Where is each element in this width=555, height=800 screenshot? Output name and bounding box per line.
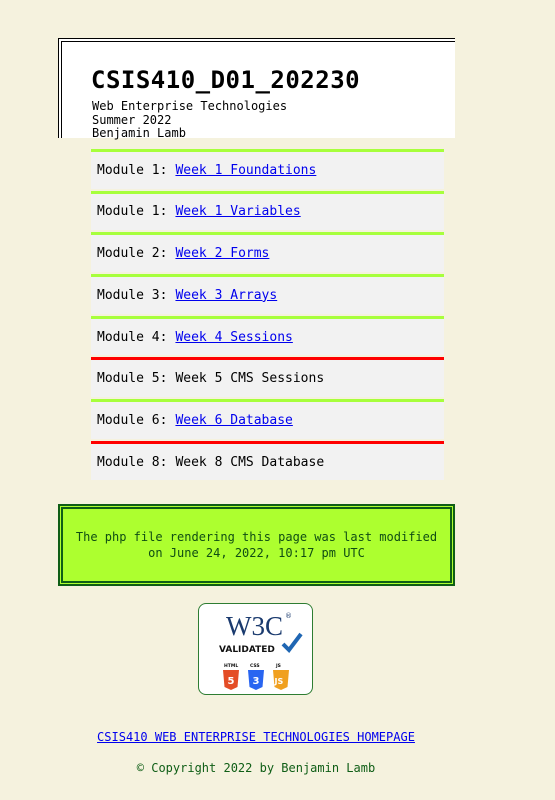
js-icon: JS JS — [273, 663, 289, 690]
w3c-badge-graphic: W3C ® VALIDATED HTML 5 CSS 3 JS JS — [219, 611, 303, 690]
svg-text:HTML: HTML — [224, 663, 238, 669]
copyright-text: © Copyright 2022 by Benjamin Lamb — [136, 761, 376, 775]
module-item: Module 1: Week 1 Variables — [91, 190, 444, 231]
last-modified-notice: The php file rendering this page was las… — [58, 504, 455, 586]
course-info: Web Enterprise Technologies Summer 2022 … — [92, 99, 288, 141]
module-link-week4-sessions[interactable]: Week 4 Sessions — [175, 330, 292, 345]
module-item: Module 5: Week 5 CMS Sessions — [91, 357, 444, 397]
validated-label: VALIDATED — [219, 645, 275, 655]
module-prefix: Module 4: — [97, 329, 168, 345]
module-item: Module 8: Week 8 CMS Database — [91, 440, 444, 481]
module-prefix: Module 3: — [97, 287, 168, 303]
module-prefix: Module 6: — [97, 412, 168, 428]
module-link-week1-foundations[interactable]: Week 1 Foundations — [175, 163, 316, 178]
checkmark-icon — [281, 632, 303, 654]
w3c-logo: W3C — [226, 611, 283, 641]
module-prefix: Module 5: — [97, 371, 168, 387]
css3-icon: CSS 3 — [248, 663, 264, 690]
module-link-week1-variables[interactable]: Week 1 Variables — [175, 204, 300, 219]
module-item: Module 3: Week 3 Arrays — [91, 274, 444, 314]
module-prefix: Module 1: — [97, 162, 168, 178]
registered-mark: ® — [285, 612, 292, 620]
module-item: Module 4: Week 4 Sessions — [91, 315, 444, 356]
svg-text:CSS: CSS — [250, 663, 260, 669]
svg-text:3: 3 — [253, 676, 260, 687]
module-item: Module 2: Week 2 Forms — [91, 232, 444, 272]
course-instructor: Benjamin Lamb — [92, 126, 186, 140]
svg-text:5: 5 — [228, 676, 235, 687]
svg-text:JS: JS — [275, 663, 281, 669]
module-item: Module 6: Week 6 Database — [91, 399, 444, 439]
module-list: Module 1: Week 1 Foundations Module 1: W… — [91, 149, 444, 483]
course-header: CSIS410_D01_202230 Web Enterprise Techno… — [58, 38, 455, 141]
module-prefix: Module 1: — [97, 204, 168, 220]
course-subtitle: Web Enterprise Technologies — [92, 99, 288, 113]
svg-text:JS: JS — [274, 677, 284, 686]
w3c-validated-badge[interactable]: W3C ® VALIDATED HTML 5 CSS 3 JS JS — [198, 603, 313, 695]
course-title: CSIS410_D01_202230 — [91, 66, 361, 94]
module-link-week6-database[interactable]: Week 6 Database — [175, 413, 292, 428]
module-item: Module 1: Week 1 Foundations — [91, 149, 444, 189]
module-prefix: Module 2: — [97, 246, 168, 262]
course-term: Summer 2022 — [92, 112, 172, 127]
module-label-week8-cms-database: Week 8 CMS Database — [175, 454, 325, 470]
module-link-week2-forms[interactable]: Week 2 Forms — [175, 246, 269, 261]
module-label-week5-cms-sessions: Week 5 CMS Sessions — [175, 371, 325, 387]
module-prefix: Module 8: — [97, 454, 168, 470]
homepage-link[interactable]: CSIS410 WEB ENTERPRISE TECHNOLOGIES HOME… — [0, 730, 512, 744]
module-link-week3-arrays[interactable]: Week 3 Arrays — [175, 288, 277, 303]
html5-icon: HTML 5 — [223, 663, 239, 690]
